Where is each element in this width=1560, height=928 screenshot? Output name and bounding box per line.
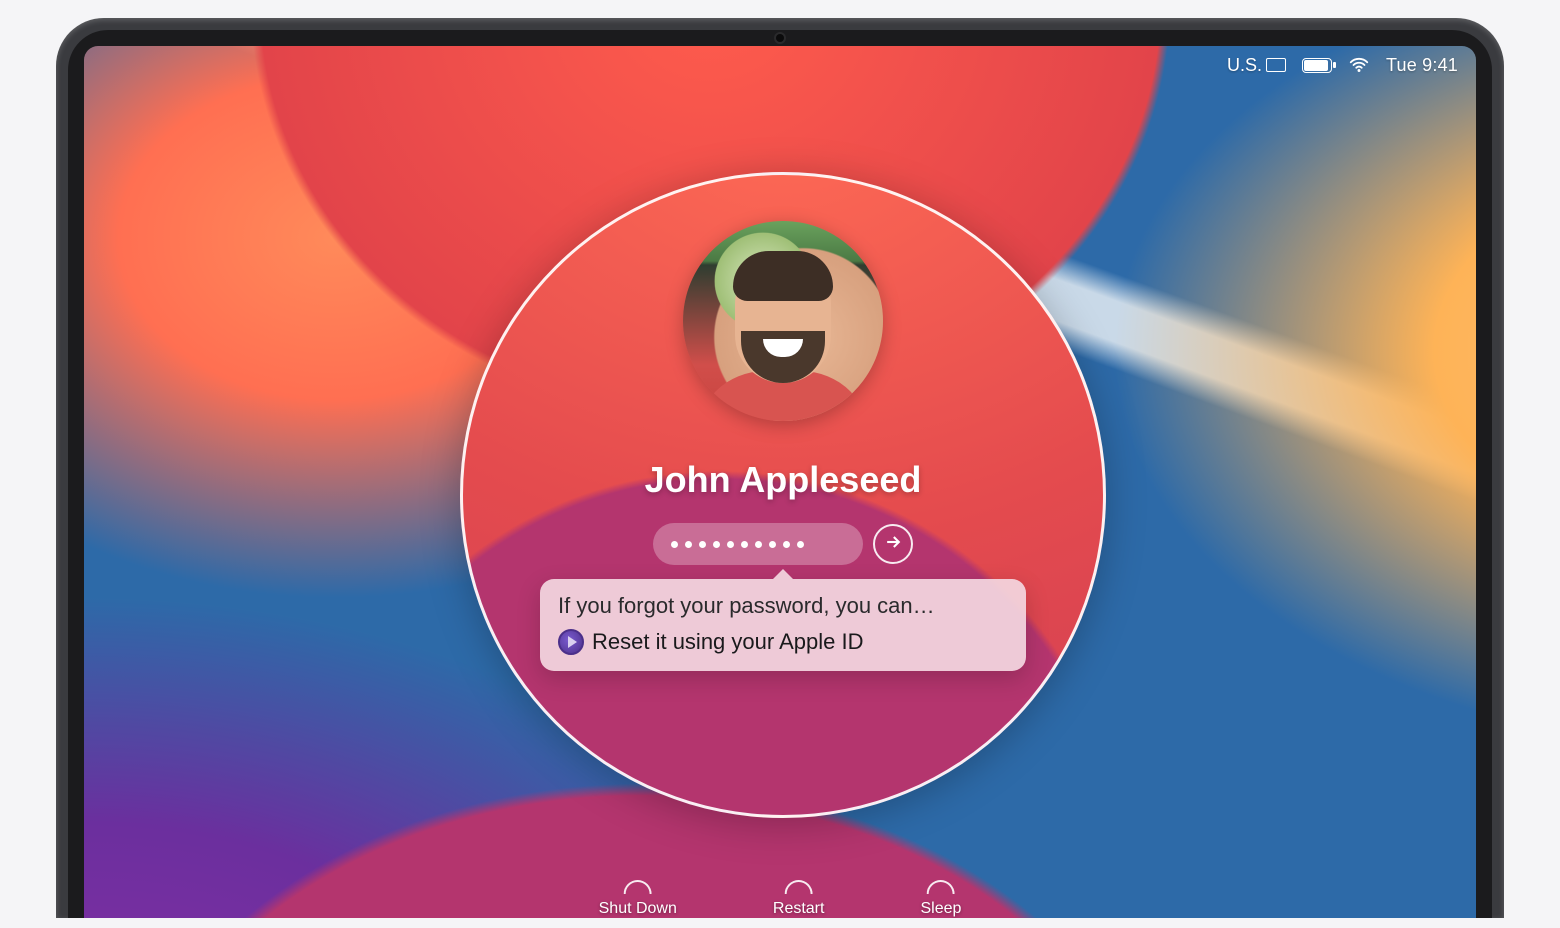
play-circle-icon [558, 629, 584, 655]
password-hint-popover: If you forgot your password, you can… Re… [540, 579, 1026, 671]
login-magnifier: John Appleseed If you forgot your passwo… [460, 172, 1106, 818]
wifi-icon[interactable] [1348, 54, 1370, 76]
restart-button[interactable]: Restart [773, 880, 825, 918]
menu-bar: U.S. Tue 9:41 [1227, 54, 1458, 76]
keyboard-icon [1266, 58, 1286, 72]
screen: U.S. Tue 9:41 [84, 46, 1476, 918]
input-source-indicator[interactable]: U.S. [1227, 55, 1286, 76]
restart-icon [785, 880, 813, 894]
user-display-name: John Appleseed [463, 459, 1103, 501]
shutdown-label: Shut Down [599, 900, 677, 918]
password-dots [671, 541, 804, 548]
password-row [653, 523, 913, 565]
sleep-icon [927, 880, 955, 894]
battery-icon[interactable] [1302, 58, 1332, 73]
power-row: Shut Down Restart Sleep [599, 880, 962, 918]
sleep-label: Sleep [920, 900, 961, 918]
hint-title: If you forgot your password, you can… [558, 593, 1008, 619]
clock[interactable]: Tue 9:41 [1386, 55, 1458, 76]
restart-label: Restart [773, 900, 825, 918]
hint-action-label: Reset it using your Apple ID [592, 629, 863, 655]
user-avatar[interactable] [683, 221, 883, 421]
input-source-label: U.S. [1227, 55, 1262, 76]
camera-dot [776, 34, 784, 42]
submit-arrow-button[interactable] [873, 524, 913, 564]
arrow-right-icon [883, 532, 903, 557]
sleep-button[interactable]: Sleep [920, 880, 961, 918]
reset-with-apple-id-button[interactable]: Reset it using your Apple ID [558, 629, 1008, 655]
password-field[interactable] [653, 523, 863, 565]
shutdown-button[interactable]: Shut Down [599, 880, 677, 918]
laptop-bezel: U.S. Tue 9:41 [56, 18, 1504, 918]
bezel-inner: U.S. Tue 9:41 [68, 30, 1492, 918]
power-icon [624, 880, 652, 894]
